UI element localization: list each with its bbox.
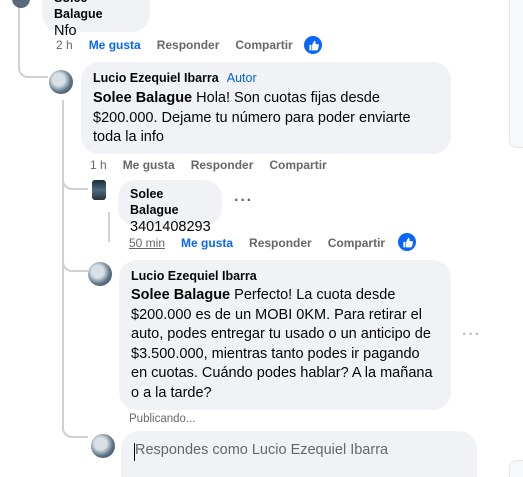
avatar[interactable] [49, 70, 73, 94]
comment-timestamp[interactable]: 1 h [90, 158, 107, 172]
reply-placeholder: Respondes como Lucio Ezequiel Ibarra [135, 442, 389, 458]
comment-text: Perfecto! La cuota desde $200.000 es de … [131, 287, 433, 401]
thread-curve-4 [62, 418, 88, 438]
comment-author[interactable]: Lucio Ezequiel Ibarra [131, 268, 439, 284]
like-button[interactable]: Me gusta [123, 158, 175, 172]
more-options-icon[interactable]: ··· [234, 192, 253, 210]
avatar[interactable] [12, 0, 30, 8]
more-options-icon[interactable]: ··· [462, 326, 481, 344]
like-thumb-icon[interactable] [304, 36, 322, 54]
like-thumb-icon[interactable] [398, 233, 416, 251]
comment-actions: 1 h Me gusta Responder Compartir [90, 158, 343, 172]
thread-curve-3 [62, 252, 88, 272]
share-button[interactable]: Compartir [269, 158, 326, 172]
author-badge: Autor [226, 71, 257, 85]
comment-bubble: Lucio Ezequiel Ibarra Solee Balague Perf… [119, 260, 451, 410]
mention-link[interactable]: Solee Balague [131, 287, 230, 303]
thread-line-sub-2 [108, 212, 110, 242]
thread-curve-1 [18, 52, 48, 78]
reply-button[interactable]: Responder [191, 158, 254, 172]
comment-text: 3401408293 [130, 219, 211, 235]
scroll-panel-edge-lower [509, 460, 523, 477]
comment-author[interactable]: Solee Balague [54, 0, 138, 22]
comment-actions: 2 h Me gusta Responder Compartir [56, 38, 309, 52]
comment-bubble: Solee Balague 3401408293 [118, 180, 222, 235]
comment-author[interactable]: Lucio Ezequiel Ibarra [93, 71, 219, 85]
comment-text-wrapper: Solee Balague Perfecto! La cuota desde $… [131, 286, 439, 403]
publishing-status: Publicando... [129, 413, 196, 425]
comment-text-wrapper: Solee Balague Hola! Son cuotas fijas des… [93, 89, 439, 148]
comment-timestamp[interactable]: 2 h [56, 38, 73, 52]
comment-author[interactable]: Solee Balague [130, 186, 210, 218]
avatar[interactable] [91, 434, 115, 458]
reply-button[interactable]: Responder [249, 236, 312, 250]
share-button[interactable]: Compartir [235, 38, 292, 52]
comment-bubble: Lucio Ezequiel Ibarra Autor Solee Balague… [81, 62, 451, 154]
mention-link[interactable]: Solee Balague [93, 90, 192, 106]
comment-timestamp[interactable]: 50 min [129, 236, 165, 250]
reply-button[interactable]: Responder [157, 38, 220, 52]
share-button[interactable]: Compartir [328, 236, 385, 250]
comment-author-row: Lucio Ezequiel Ibarra Autor [93, 70, 439, 86]
comment-actions: 50 min Me gusta Responder Compartir [129, 236, 401, 250]
like-button[interactable]: Me gusta [181, 236, 233, 250]
comment-bubble: Solee Balague Nfo [42, 0, 150, 39]
reply-input[interactable]: Respondes como Lucio Ezequiel Ibarra [121, 431, 477, 477]
like-button[interactable]: Me gusta [89, 38, 141, 52]
avatar[interactable] [92, 180, 106, 200]
avatar[interactable] [88, 262, 112, 286]
scroll-panel-edge [509, 0, 523, 148]
thread-curve-2 [62, 170, 88, 190]
